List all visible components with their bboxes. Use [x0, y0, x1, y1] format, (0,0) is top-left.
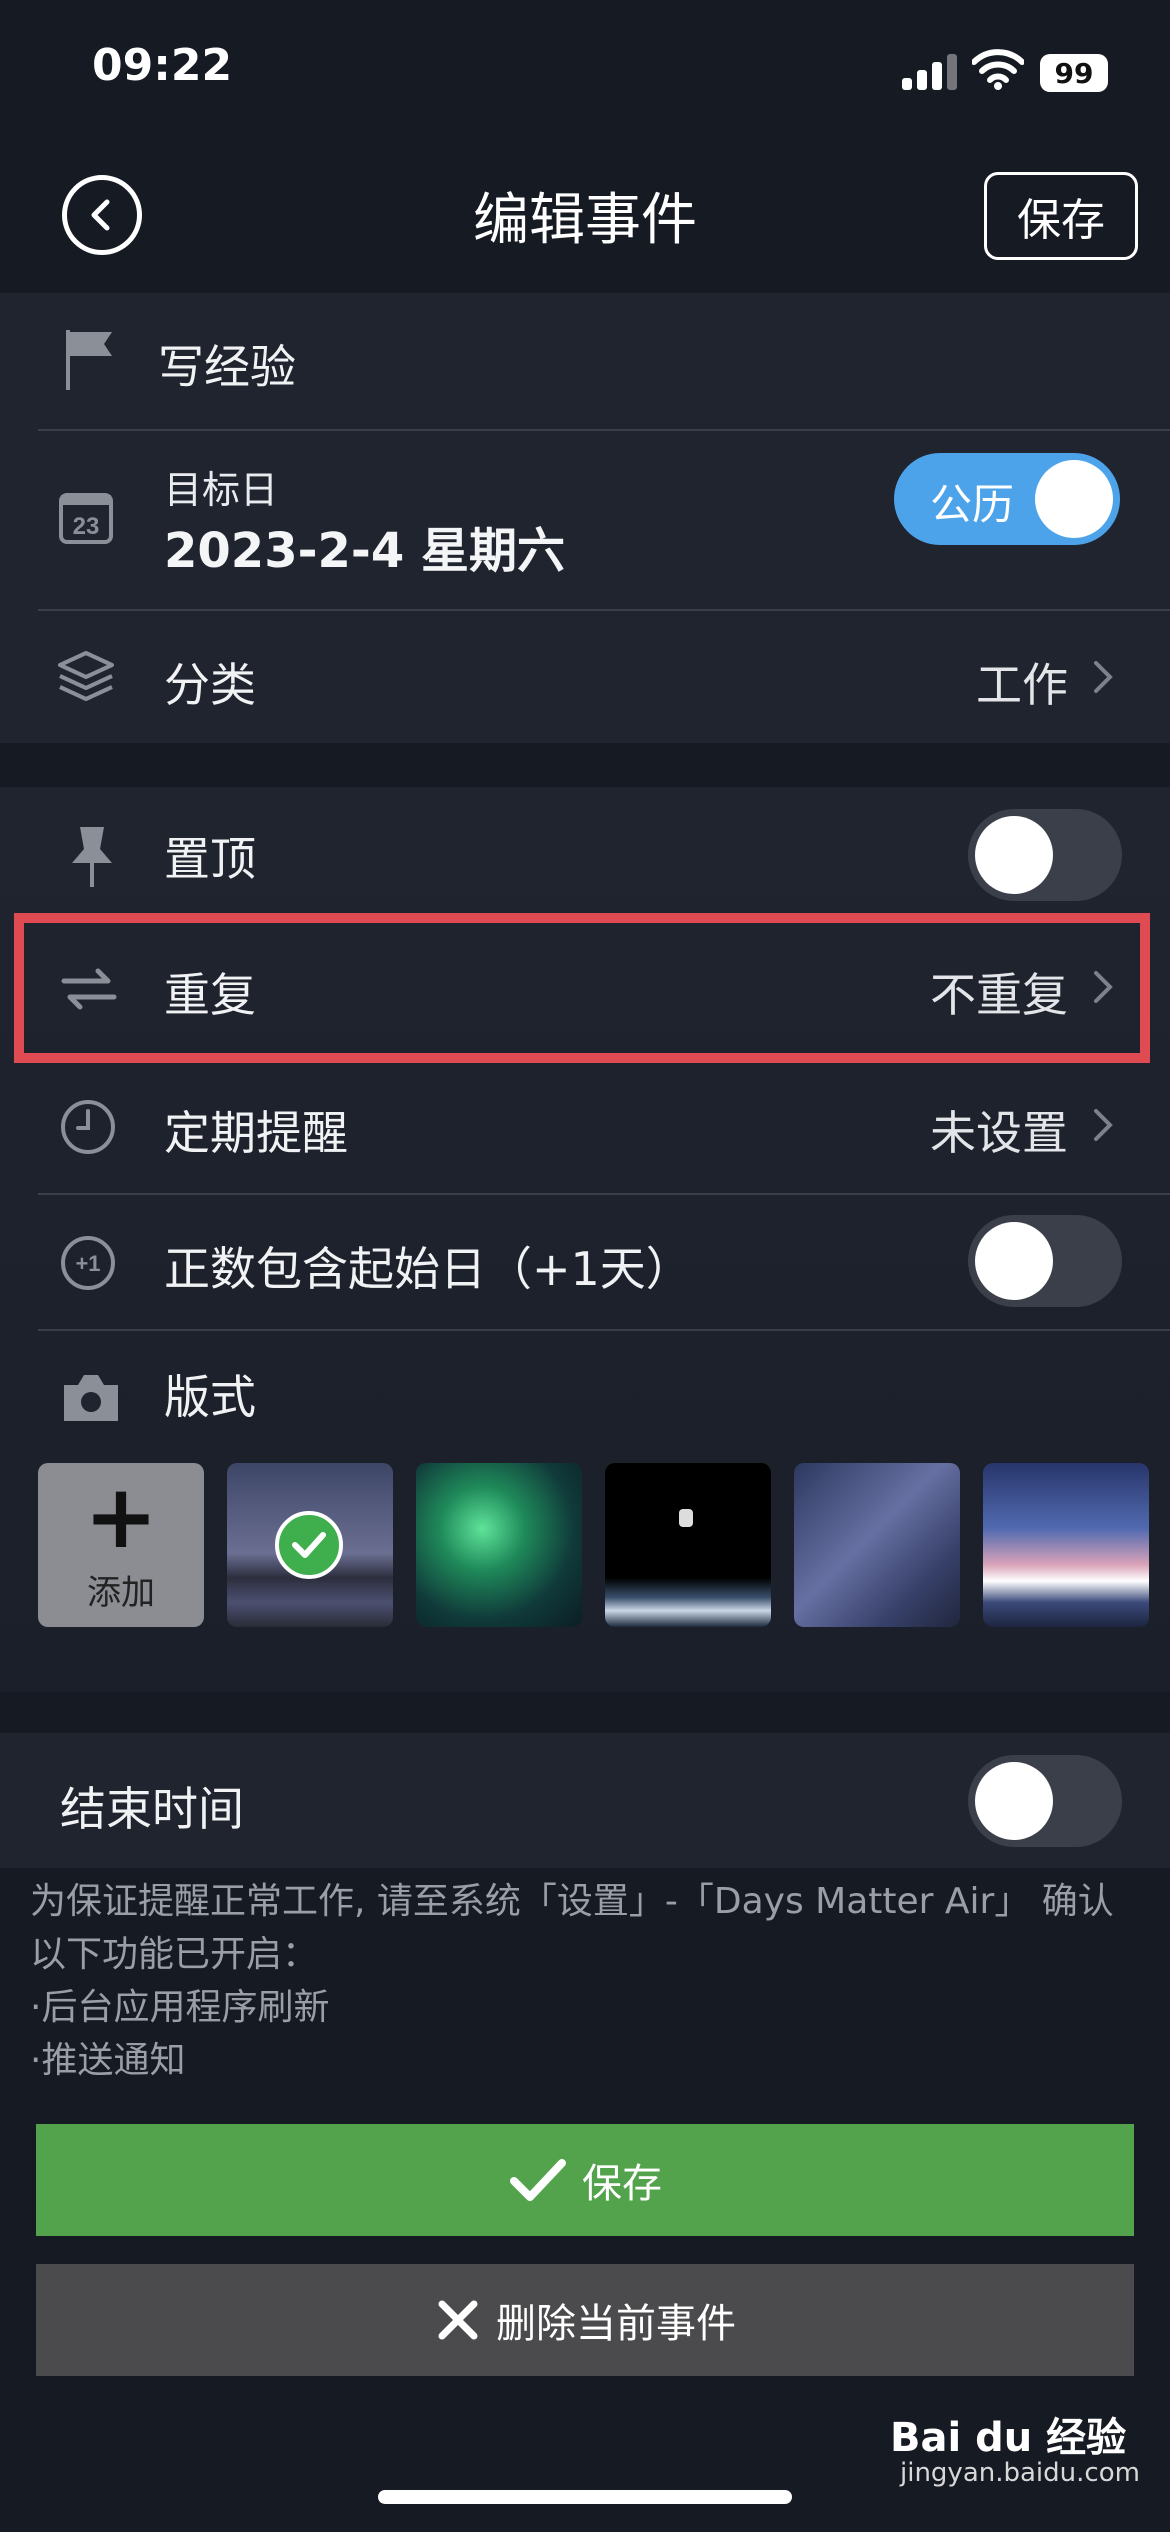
notice-line-1: 为保证提醒正常工作, 请至系统「设置」-「Days Matter Air」 确认…	[30, 1881, 1114, 1975]
notice-line-3: ·推送通知	[30, 2040, 186, 2081]
battery-indicator: 99	[1040, 54, 1108, 92]
style-row: 版式	[0, 1331, 1170, 1451]
plus-one-icon-text: +1	[75, 1251, 100, 1276]
event-info-group: 写经验 23 目标日 2023-2-4 星期六 公历 分类 工作	[0, 293, 1170, 743]
selected-check-icon	[275, 1511, 343, 1579]
style-thumbnail-4[interactable]	[794, 1463, 960, 1627]
chevron-right-icon	[1094, 661, 1113, 693]
reminder-value: 未设置	[930, 1106, 1068, 1160]
end-time-group: 结束时间	[0, 1733, 1170, 1868]
reminder-row[interactable]: 定期提醒 未设置	[0, 1061, 1170, 1193]
style-thumbnail-2[interactable]	[416, 1463, 582, 1627]
event-name-field[interactable]: 写经验	[158, 331, 296, 397]
cellular-signal-icon	[902, 52, 958, 90]
pin-toggle[interactable]	[968, 809, 1122, 901]
category-label: 分类	[164, 658, 256, 712]
camera-icon	[64, 1375, 118, 1421]
calendar-type-label: 公历	[930, 480, 1015, 529]
delete-event-button[interactable]: 删除当前事件	[36, 2264, 1134, 2376]
notification-notice: 为保证提醒正常工作, 请至系统「设置」-「Days Matter Air」 确认…	[30, 1875, 1140, 2087]
count-start-label: 正数包含起始日（+1天）	[164, 1242, 692, 1296]
watermark-url: jingyan.baidu.com	[900, 2458, 1140, 2488]
pin-icon	[72, 827, 112, 887]
add-style-label: 添加	[87, 1572, 155, 1613]
style-thumbnail-1[interactable]	[227, 1463, 393, 1627]
home-indicator[interactable]	[378, 2490, 792, 2504]
save-top-button[interactable]: 保存	[984, 172, 1138, 260]
astronaut-icon	[679, 1509, 693, 1527]
plus-icon: +	[84, 1464, 158, 1568]
clock-icon	[61, 1100, 115, 1154]
repeat-highlight-box	[14, 913, 1150, 1063]
style-label: 版式	[164, 1370, 256, 1424]
pin-label: 置顶	[164, 832, 256, 886]
notice-line-2: ·后台应用程序刷新	[30, 1987, 330, 2028]
target-date-value[interactable]: 2023-2-4 星期六	[164, 511, 565, 581]
delete-button-label: 删除当前事件	[496, 2301, 736, 2347]
status-time: 09:22	[92, 40, 233, 91]
chevron-right-icon	[1094, 1109, 1113, 1141]
baidu-watermark: Bai du 经验	[890, 2415, 1127, 2461]
reminder-label: 定期提醒	[164, 1106, 348, 1160]
flag-icon	[66, 330, 112, 390]
save-button[interactable]: 保存	[36, 2124, 1134, 2236]
close-icon	[438, 2300, 478, 2340]
end-time-toggle[interactable]	[968, 1755, 1122, 1847]
plus-one-icon: +1	[61, 1236, 115, 1290]
target-date-label: 目标日	[164, 468, 279, 512]
calendar-type-toggle[interactable]: 公历	[894, 453, 1120, 545]
style-thumbnail-3[interactable]	[605, 1463, 771, 1627]
category-value: 工作	[976, 658, 1068, 712]
category-row[interactable]: 分类 工作	[0, 611, 1170, 743]
check-icon	[510, 2159, 566, 2201]
wifi-icon	[972, 49, 1024, 90]
calendar-icon-day: 23	[73, 513, 100, 540]
style-thumbnail-5[interactable]	[983, 1463, 1149, 1627]
calendar-icon: 23	[59, 493, 113, 544]
end-time-label: 结束时间	[60, 1782, 244, 1836]
layers-icon	[58, 651, 114, 701]
add-style-button[interactable]: + 添加	[38, 1463, 204, 1627]
count-start-toggle[interactable]	[968, 1215, 1122, 1307]
save-button-label: 保存	[582, 2161, 662, 2207]
